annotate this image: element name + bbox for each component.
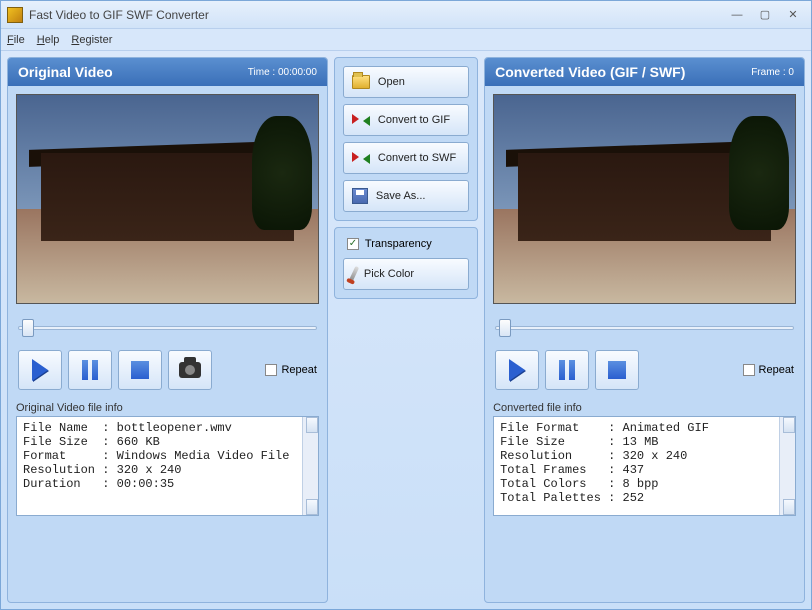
scrollbar[interactable] <box>302 417 318 515</box>
converted-frame: Frame : 0 <box>751 67 794 78</box>
transparency-label: Transparency <box>365 238 432 250</box>
pick-color-button[interactable]: Pick Color <box>343 258 469 290</box>
convert-swf-button[interactable]: Convert to SWF <box>343 142 469 174</box>
converted-pause-button[interactable] <box>545 350 589 390</box>
stop-icon <box>608 361 626 379</box>
original-panel-header: Original Video Time : 00:00:00 <box>8 58 327 86</box>
content-area: Original Video Time : 00:00:00 Repeat <box>1 51 811 609</box>
converted-video-panel: Converted Video (GIF / SWF) Frame : 0 Re… <box>484 57 805 603</box>
menu-help[interactable]: Help <box>37 34 60 46</box>
convert-icon <box>352 150 370 166</box>
original-repeat-label: Repeat <box>281 364 316 376</box>
play-icon <box>509 359 525 381</box>
original-info-label: Original Video file info <box>16 402 319 414</box>
original-video-viewport <box>16 94 319 304</box>
titlebar: Fast Video to GIF SWF Converter — ▢ ✕ <box>1 1 811 29</box>
converted-play-button[interactable] <box>495 350 539 390</box>
transparency-checkbox[interactable] <box>347 238 359 250</box>
action-buttons-group: Open Convert to GIF Convert to SWF Save … <box>334 57 478 221</box>
app-icon <box>7 7 23 23</box>
disk-icon <box>352 188 368 204</box>
play-icon <box>32 359 48 381</box>
original-seek-slider[interactable] <box>18 316 317 340</box>
converted-panel-header: Converted Video (GIF / SWF) Frame : 0 <box>485 58 804 86</box>
converted-title: Converted Video (GIF / SWF) <box>495 64 685 80</box>
stop-icon <box>131 361 149 379</box>
folder-icon <box>352 75 370 89</box>
converted-repeat-checkbox[interactable] <box>743 364 755 376</box>
open-button[interactable]: Open <box>343 66 469 98</box>
eyedropper-icon <box>349 266 359 282</box>
converted-info-label: Converted file info <box>493 402 796 414</box>
converted-stop-button[interactable] <box>595 350 639 390</box>
pause-icon <box>559 360 575 380</box>
menu-register[interactable]: Register <box>71 34 112 46</box>
original-info-box: File Name : bottleopener.wmv File Size :… <box>16 416 319 516</box>
pause-icon <box>82 360 98 380</box>
original-time: Time : 00:00:00 <box>248 67 317 78</box>
original-title: Original Video <box>18 64 113 80</box>
original-video-panel: Original Video Time : 00:00:00 Repeat <box>7 57 328 603</box>
converted-repeat-label: Repeat <box>759 364 794 376</box>
camera-icon <box>179 362 201 378</box>
menubar: File Help Register <box>1 29 811 51</box>
transparency-group: Transparency Pick Color <box>334 227 478 299</box>
original-repeat-checkbox[interactable] <box>265 364 277 376</box>
save-as-button[interactable]: Save As... <box>343 180 469 212</box>
play-button[interactable] <box>18 350 62 390</box>
converted-seek-slider[interactable] <box>495 316 794 340</box>
window-title: Fast Video to GIF SWF Converter <box>29 8 725 22</box>
converted-info-box: File Format : Animated GIF File Size : 1… <box>493 416 796 516</box>
center-column: Open Convert to GIF Convert to SWF Save … <box>334 57 478 603</box>
snapshot-button[interactable] <box>168 350 212 390</box>
app-window: Fast Video to GIF SWF Converter — ▢ ✕ Fi… <box>0 0 812 610</box>
convert-icon <box>352 112 370 128</box>
stop-button[interactable] <box>118 350 162 390</box>
menu-file[interactable]: File <box>7 34 25 46</box>
convert-gif-button[interactable]: Convert to GIF <box>343 104 469 136</box>
maximize-button[interactable]: ▢ <box>753 7 777 23</box>
minimize-button[interactable]: — <box>725 7 749 23</box>
scrollbar[interactable] <box>779 417 795 515</box>
pause-button[interactable] <box>68 350 112 390</box>
converted-video-viewport <box>493 94 796 304</box>
close-button[interactable]: ✕ <box>781 7 805 23</box>
